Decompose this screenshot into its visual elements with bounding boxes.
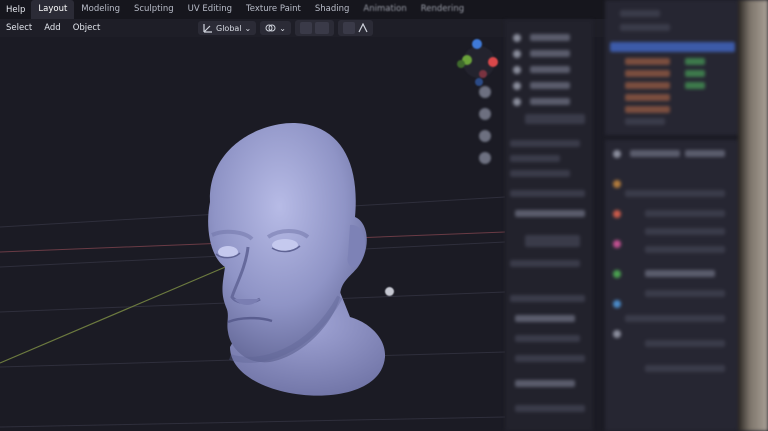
monitor-bezel: [738, 0, 768, 431]
tab-texture-paint[interactable]: Texture Paint: [239, 0, 308, 19]
head-mesh[interactable]: [190, 117, 400, 417]
viewport-nav-buttons: [479, 86, 491, 164]
proportional-edit-icon: [342, 22, 355, 34]
help-menu[interactable]: Help: [0, 5, 31, 15]
light-object[interactable]: [385, 287, 394, 296]
transform-orientation-label: Global: [216, 23, 242, 33]
pivot-dropdown[interactable]: ⌄: [260, 21, 291, 35]
transform-orientation-dropdown[interactable]: Global ⌄: [198, 21, 257, 35]
navigation-gizmo[interactable]: [455, 36, 505, 88]
gizmo-x-axis[interactable]: [488, 57, 498, 67]
gizmo-z-axis[interactable]: [472, 39, 482, 49]
snap-toggle[interactable]: [294, 20, 334, 36]
outliner-panel: [605, 0, 740, 135]
add-menu[interactable]: Add: [38, 23, 66, 33]
camera-icon[interactable]: [479, 130, 491, 142]
tab-rendering[interactable]: Rendering: [414, 0, 471, 19]
tab-modeling[interactable]: Modeling: [74, 0, 127, 19]
head-mesh-shape: [208, 122, 386, 396]
link-icon: [265, 24, 276, 32]
object-menu[interactable]: Object: [67, 23, 107, 33]
snap-target-icon: [314, 22, 329, 34]
chevron-down-icon: ⌄: [244, 23, 252, 33]
tab-uv-editing[interactable]: UV Editing: [181, 0, 239, 19]
tab-layout[interactable]: Layout: [31, 0, 75, 19]
3d-viewport[interactable]: [0, 37, 505, 431]
falloff-icon: [358, 23, 368, 33]
orientation-icon: [203, 24, 212, 33]
perspective-icon[interactable]: [479, 152, 491, 164]
tool-settings-panel: [505, 20, 593, 431]
right-panels: [505, 0, 768, 431]
tab-sculpting[interactable]: Sculpting: [127, 0, 181, 19]
tab-shading[interactable]: Shading: [308, 0, 357, 19]
tab-animation[interactable]: Animation: [356, 0, 413, 19]
chevron-down-icon: ⌄: [279, 23, 286, 33]
pan-icon[interactable]: [479, 108, 491, 120]
transform-tools: Global ⌄ ⌄: [198, 20, 373, 36]
zoom-icon[interactable]: [479, 86, 491, 98]
select-menu[interactable]: Select: [0, 23, 38, 33]
properties-panel: [605, 140, 740, 431]
proportional-edit-toggle[interactable]: [337, 20, 373, 36]
snap-icon: [299, 22, 312, 34]
